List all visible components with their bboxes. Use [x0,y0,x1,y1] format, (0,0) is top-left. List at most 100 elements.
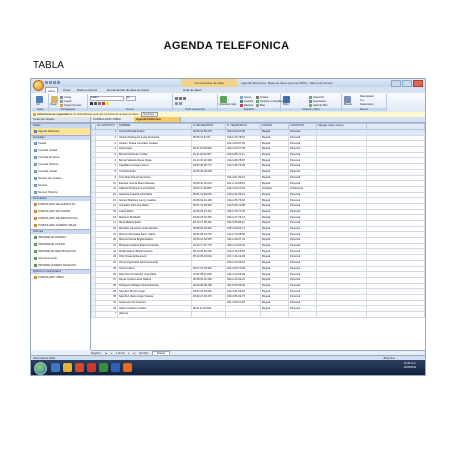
quick-access-toolbar[interactable] [45,81,67,85]
filter-button[interactable]: Filtro [283,103,289,107]
query-icon [34,183,37,187]
close-icon[interactable] [413,80,423,87]
paste-button[interactable]: Pegar [50,103,57,107]
datasheet-body: 1 Antonio Bonilla Evelyn 94.55.16.56.475 31… [91,129,425,318]
excel-app-icon[interactable] [99,363,108,372]
report-icon [34,242,37,246]
font-color-icon[interactable] [102,102,105,105]
report-icon [34,235,37,239]
sigma-icon [256,96,259,99]
security-label: Advertencia de seguridad [37,113,69,116]
align-right-icon[interactable] [183,97,186,100]
nav-item-query[interactable]: Numero Telefono [31,189,90,196]
group-label-buscar: Buscar [342,108,386,111]
query-icon [34,141,37,145]
word-app-icon[interactable] [111,363,120,372]
table-row[interactable]: * (Nuevo) [91,311,425,318]
binoculars-icon[interactable] [344,96,351,103]
nav-item-report[interactable]: INFORME DE CIUDAD [31,241,90,248]
nav-item-query[interactable]: Ciudad [31,140,90,147]
ribbon-group-vistas: Ver Vistas [32,94,49,111]
folder-icon[interactable] [63,363,72,372]
nav-item-form[interactable]: FORMULARIO DE AGENDA TE... [31,201,90,208]
window-controls[interactable] [390,80,423,87]
nav-item-query[interactable]: Nombre de contacto [31,175,90,182]
powerpoint-app-icon[interactable] [123,363,132,372]
report-icon [34,249,37,253]
nav-item-query[interactable]: Consulta Ciudad [31,147,90,154]
refresh-button[interactable]: Actualizar todo [219,103,236,107]
font-format-buttons[interactable] [90,102,110,106]
office-button-icon[interactable] [33,80,44,91]
save-icon [240,100,243,103]
nav-item-form[interactable]: FORMULARIO DE IDENTIFICACI... [31,215,90,222]
refresh-icon[interactable] [220,96,227,103]
numbering-icon[interactable] [179,102,182,105]
document-title: AGENDA TELEFONICA [163,40,290,52]
query-icon [34,155,37,159]
form-icon [34,216,37,220]
align-buttons[interactable] [175,97,187,101]
nav-item-query[interactable]: Consulta Telefono [31,161,90,168]
nav-item-form[interactable]: FORMULARIO VIBRA [31,274,90,281]
access-app-icon[interactable] [87,363,96,372]
report-icon [34,256,37,260]
title-bar: Herramientas de tabla Agenda Telefonica … [31,79,425,87]
view-icon[interactable] [36,96,43,103]
group-label-texto-enriquecido: Texto enriquecido [173,108,217,111]
highlight-icon[interactable] [106,102,109,105]
bold-icon[interactable] [90,102,93,105]
find-button[interactable]: Buscar [344,103,352,107]
italic-icon[interactable] [94,102,97,105]
view-button[interactable]: Ver [36,103,40,107]
nav-item-report[interactable]: INFORME DE IDENTIFICACION [31,248,90,255]
table-cell[interactable] [225,311,261,318]
new-icon [240,96,243,99]
advanced-icon [309,100,312,103]
context-tab-label: Herramientas de tabla [181,79,237,87]
doc-tab-agenda-telefonica[interactable]: Agenda Telefonica [134,117,181,122]
table-cell[interactable]: (Nuevo) [117,311,192,318]
ribbon-group-registros: Actualizar todo Nuevo Guardar Eliminar T… [218,94,283,111]
table-cell[interactable] [260,311,289,318]
group-label-fuente: Fuente [88,108,172,111]
select-button[interactable]: Seleccionar [360,103,374,107]
start-button-icon[interactable] [34,362,47,375]
font-name-select[interactable]: Calibri [90,96,124,101]
underline-icon[interactable] [98,102,101,105]
nav-item-form[interactable]: FORMULARIO DE CIUDAD [31,208,90,215]
table-cell[interactable]: * [95,311,118,318]
spelling-icon [256,100,259,103]
access-window-screenshot: Herramientas de tabla Agenda Telefonica … [30,78,426,376]
font-size-select[interactable]: 11 [126,96,136,101]
minimize-icon[interactable] [391,80,401,87]
filter-icon[interactable] [283,96,290,103]
nav-item-report[interactable]: INFORME DE AGENDA [31,234,90,241]
doc-tab-formulario-vibra[interactable]: FORMULARIO VIBRA [91,117,136,122]
nav-item-query[interactable]: Consulta Empresa [31,154,90,161]
nav-item-report[interactable]: INFORME NUMERO TELEFONI... [31,262,90,269]
bullets-icon[interactable] [175,102,178,105]
nav-item-table[interactable]: Agenda Telefonica [31,128,90,135]
align-left-icon[interactable] [175,97,178,100]
nav-item-form[interactable]: FORMULARIO NUMERO TELEF... [31,222,90,229]
taskbar-clock[interactable]: 10:45 a.m. 24/05/2011 [399,362,421,370]
nav-item-query[interactable]: Nombre [31,182,90,189]
table-cell[interactable] [288,311,317,318]
shield-icon [33,112,36,116]
maximize-icon[interactable] [402,80,412,87]
ribbon-group-portapapeles: Pegar Cortar Copiar Copiar formato Porta… [49,94,88,111]
media-player-icon[interactable] [75,363,84,372]
ribbon-group-buscar: Buscar Reemplazar Ir a Seleccionar Busca… [342,94,387,111]
delete-icon [240,104,243,107]
nav-item-report[interactable]: Informe General [31,255,90,262]
align-center-icon[interactable] [179,97,182,100]
ribbon-group-fuente: Calibri 11 Fuente [88,94,173,111]
scissors-icon [60,96,63,99]
nav-item-query[interactable]: Consulta Celular [31,168,90,175]
paste-icon[interactable] [51,96,58,103]
table-cell[interactable] [191,311,226,318]
table-cell[interactable] [316,311,367,318]
ie-icon[interactable] [51,363,60,372]
list-buttons[interactable] [175,102,183,106]
